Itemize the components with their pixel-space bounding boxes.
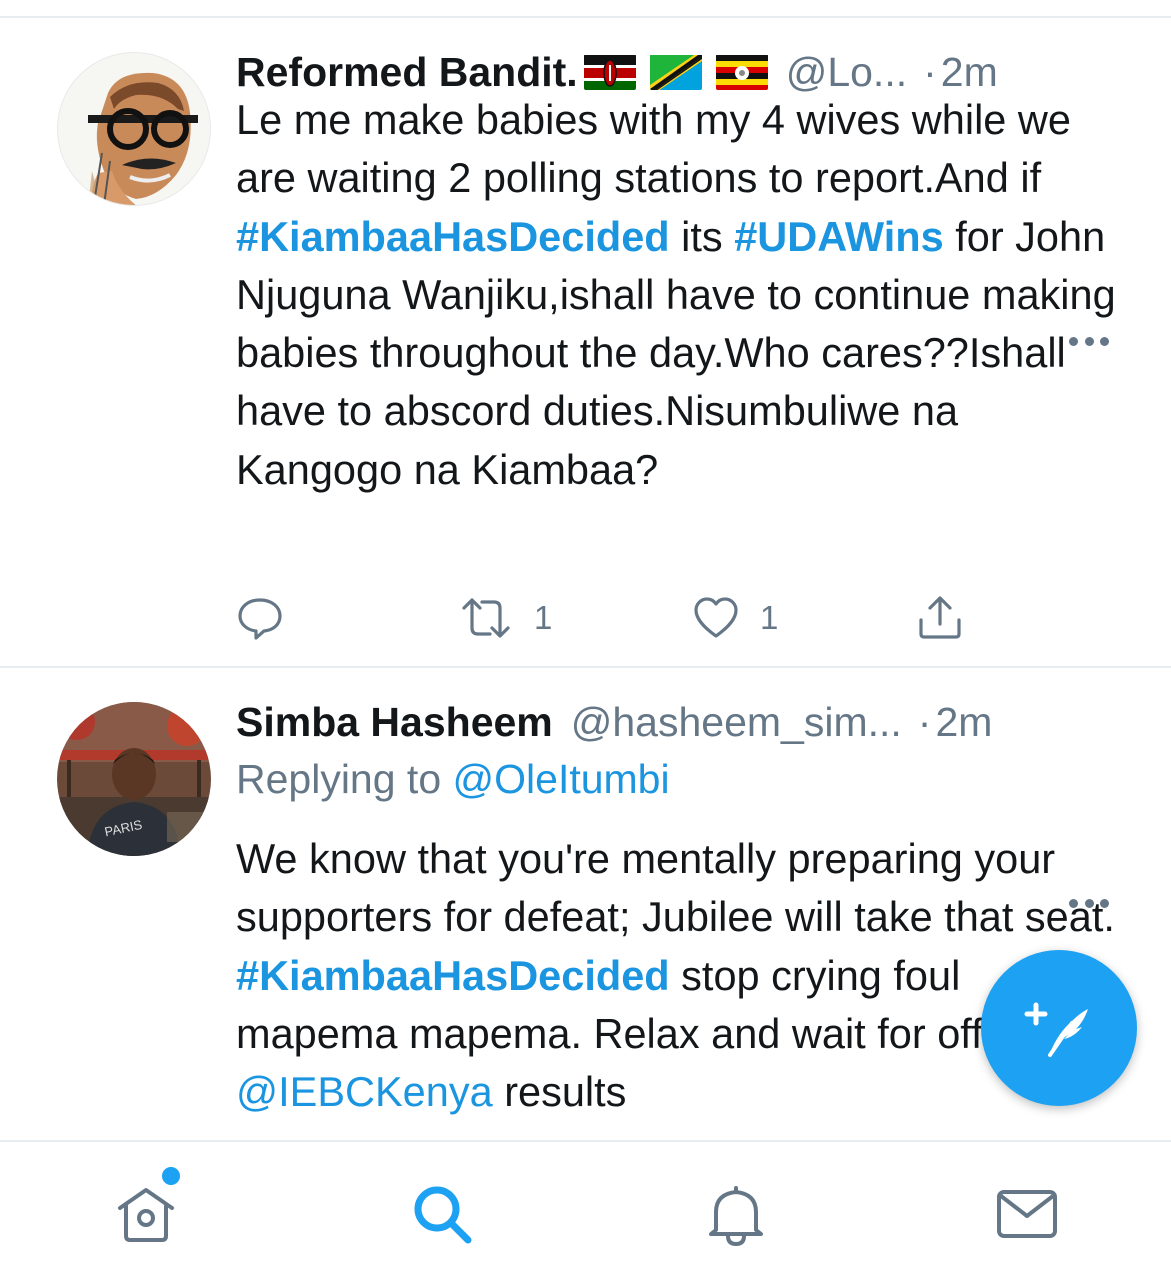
share-icon: [919, 596, 961, 639]
tweet[interactable]: Reformed Bandit. @Lo... · 2m Le me make …: [0, 18, 1171, 666]
separator-dot: ·: [923, 48, 937, 95]
retweet-icon: [462, 598, 510, 638]
tweet-text: Le me make babies with my 4 wives while …: [236, 91, 1126, 499]
notifications-icon: [709, 1186, 763, 1247]
heart-icon: [694, 597, 738, 638]
messages-icon: [997, 1190, 1057, 1238]
tweet-text: We know that you're mentally preparing y…: [236, 830, 1126, 1121]
home-icon: [118, 1188, 174, 1242]
display-name[interactable]: Reformed Bandit.: [236, 49, 578, 96]
retweet-button[interactable]: 1: [458, 593, 552, 643]
share-button[interactable]: [916, 593, 964, 643]
tweet-text-segment: We know that you're mentally preparing y…: [236, 835, 1115, 941]
mention-link[interactable]: @IEBCKenya: [236, 1068, 493, 1115]
timestamp[interactable]: 2m: [935, 699, 992, 746]
tweet-header: Simba Hasheem @hasheem_sim... · 2m: [236, 694, 1111, 750]
uganda-flag-icon: [715, 54, 768, 90]
mention-link[interactable]: @OleItumbi: [453, 756, 670, 802]
tweet-text-segment: its: [669, 212, 735, 260]
reply-icon: [238, 598, 282, 640]
like-button[interactable]: 1: [692, 593, 778, 643]
avatar[interactable]: [57, 52, 211, 206]
kenya-flag-icon: [583, 54, 636, 90]
tweet-text-segment: Le me make babies with my 4 wives while …: [236, 96, 1071, 202]
flag-emojis: [583, 54, 768, 90]
hashtag-link[interactable]: #UDAWins: [734, 213, 943, 260]
replying-to: Replying to @OleItumbi: [236, 756, 670, 803]
retweet-count: 1: [534, 599, 553, 636]
reply-button[interactable]: [236, 593, 284, 643]
username-handle[interactable]: @hasheem_sim...: [571, 699, 902, 746]
separator-dot: ·: [917, 698, 932, 745]
compose-tweet-button[interactable]: [981, 950, 1137, 1106]
tanzania-flag-icon: [649, 54, 702, 90]
replying-to-label: Replying to: [236, 756, 453, 802]
new-content-indicator: [160, 1165, 182, 1187]
timestamp[interactable]: 2m: [941, 49, 998, 96]
nav-notifications[interactable]: [704, 1182, 768, 1247]
nav-home[interactable]: [114, 1182, 178, 1246]
username-handle[interactable]: @Lo...: [786, 49, 907, 96]
tweet-text-segment: results: [492, 1068, 627, 1116]
bottom-nav: [0, 1140, 1171, 1280]
nav-search[interactable]: [410, 1182, 474, 1246]
hashtag-link[interactable]: #KiambaaHasDecided: [236, 213, 670, 260]
compose-tweet-icon: [1024, 1002, 1088, 1057]
like-count: 1: [760, 599, 779, 636]
search-icon: [414, 1186, 472, 1244]
tweet-actions: 1 1: [236, 593, 976, 643]
nav-messages[interactable]: [995, 1182, 1059, 1246]
hashtag-link[interactable]: #KiambaaHasDecided: [236, 952, 670, 999]
display-name[interactable]: Simba Hasheem: [236, 699, 553, 746]
avatar[interactable]: PARIS: [57, 702, 211, 856]
